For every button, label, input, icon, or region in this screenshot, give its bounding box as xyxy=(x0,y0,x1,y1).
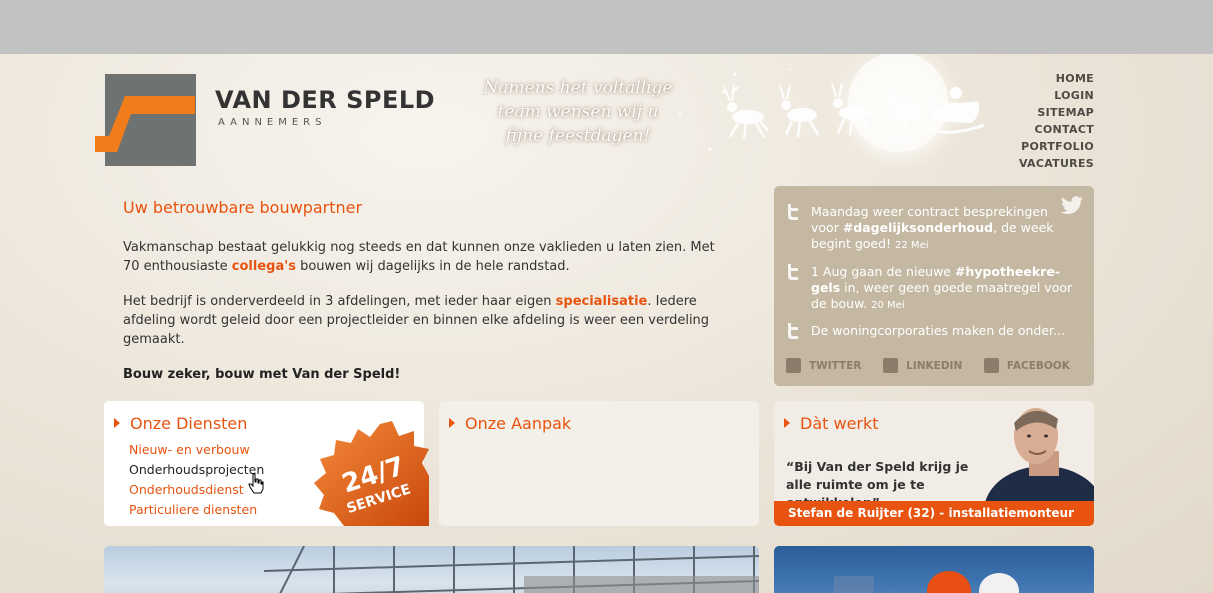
tweet-hashtag[interactable]: #dagelijksonderhoud xyxy=(843,220,993,235)
logo-subtitle: AANNEMERS xyxy=(218,117,327,128)
twitter-icon xyxy=(786,358,801,373)
employee-photo xyxy=(985,408,1094,501)
intro-tagline: Bouw zeker, bouw met Van der Speld! xyxy=(123,367,401,382)
facebook-icon xyxy=(983,358,999,373)
tweet-body: De woningcorporaties maken de onder... xyxy=(811,323,1065,338)
nav-home[interactable]: HOME xyxy=(1019,70,1094,87)
intro-title: Uw betrouwbare bouwpartner xyxy=(123,198,363,217)
social-twitter[interactable]: TWITTER xyxy=(786,358,861,373)
intro-section: Uw betrouwbare bouwpartner Vakmanschap b… xyxy=(123,198,723,400)
logo-mark-icon xyxy=(95,74,196,166)
panel-title[interactable]: Dàt werkt xyxy=(784,414,879,433)
intro-paragraph-1: Vakmanschap bestaat gelukkig nog steeds … xyxy=(123,238,723,276)
nav-sitemap[interactable]: SITEMAP xyxy=(1019,104,1094,121)
employee-caption[interactable]: Stefan de Ruijter (32) - installatiemont… xyxy=(774,501,1094,526)
holiday-greeting: Namens het voltallige team wensen wij u … xyxy=(468,76,688,148)
nav-vacatures[interactable]: VACATURES xyxy=(1019,155,1094,172)
tweet-text: 1 Aug gaan de nieuwe #hypotheekre-gels i… xyxy=(786,264,1076,314)
tweet-date: 20 Mei xyxy=(871,300,905,311)
intro-text: bouwen wij dagelijks in de hele randstad… xyxy=(295,259,570,274)
social-facebook[interactable]: FACEBOOK xyxy=(983,358,1070,373)
tweet-text: De woningcorporaties maken de onder... xyxy=(786,323,1076,339)
social-twitter-label: TWITTER xyxy=(809,359,862,372)
panel-dat-werkt: Dàt werkt “Bij Van der Speld krijg je al… xyxy=(774,401,1094,526)
nav-login[interactable]: LOGIN xyxy=(1019,87,1094,104)
main-nav: HOME LOGIN SITEMAP CONTACT PORTFOLIO VAC… xyxy=(1019,70,1094,172)
scaffolding-photo[interactable] xyxy=(104,546,759,593)
tweet-item: 1 Aug gaan de nieuwe #hypotheekre-gels i… xyxy=(786,264,1076,314)
workers-photo[interactable] xyxy=(774,546,1094,593)
hand-cursor-icon xyxy=(248,473,264,494)
workers-image xyxy=(834,571,1019,593)
scaffolding-image xyxy=(263,546,759,593)
nav-portfolio[interactable]: PORTFOLIO xyxy=(1019,138,1094,155)
twitter-feed: Maandag weer contract besprekingen voor … xyxy=(774,186,1094,386)
holiday-line: fijne feestdagen! xyxy=(505,126,651,146)
panel-title[interactable]: Onze Aanpak xyxy=(449,414,571,433)
holiday-line: Namens het voltallige xyxy=(483,78,673,98)
tweet-item: De woningcorporaties maken de onder... xyxy=(786,323,1076,339)
tweet-t-icon xyxy=(788,264,798,280)
tweet-body: in, weer geen goede maatregel voor de bo… xyxy=(811,280,1073,311)
logo-title: VAN DER SPELD xyxy=(215,86,436,114)
logo[interactable]: VAN DER SPELD AANNEMERS xyxy=(95,74,435,169)
holiday-banner: Namens het voltallige team wensen wij u … xyxy=(440,54,1000,179)
reindeer-sleigh-icon xyxy=(721,81,985,140)
browser-top-bar xyxy=(0,0,1213,54)
service-item[interactable]: Nieuw- en verbouw xyxy=(129,440,264,460)
tweet-t-icon xyxy=(788,204,798,220)
services-list: Nieuw- en verbouw Onderhoudsprojecten On… xyxy=(129,440,264,520)
service-item[interactable]: Particuliere diensten xyxy=(129,500,264,520)
intro-paragraph-2: Het bedrijf is onderverdeeld in 3 afdeli… xyxy=(123,292,723,349)
nav-contact[interactable]: CONTACT xyxy=(1019,121,1094,138)
panel-onze-diensten: Onze Diensten Nieuw- en verbouw Onderhou… xyxy=(104,401,429,526)
collegas-link[interactable]: collega's xyxy=(232,259,296,274)
service-24-7-badge[interactable]: 24/7 SERVICE xyxy=(314,421,429,526)
tweet-text: Maandag weer contract besprekingen voor … xyxy=(786,204,1076,254)
tweet-body: 1 Aug gaan de nieuwe xyxy=(811,264,955,279)
tweet-date: 22 Mei xyxy=(895,240,929,251)
panel-title[interactable]: Onze Diensten xyxy=(114,414,247,433)
social-linkedin[interactable]: LINKEDIN xyxy=(883,358,962,373)
intro-text: Het bedrijf is onderverdeeld in 3 afdeli… xyxy=(123,294,556,309)
tweet-item: Maandag weer contract besprekingen voor … xyxy=(786,204,1076,254)
service-item[interactable]: Onderhoudsdienst xyxy=(129,480,264,500)
page: VAN DER SPELD AANNEMERS Namens het volta… xyxy=(0,54,1213,593)
panel-onze-aanpak: Onze Aanpak xyxy=(439,401,759,526)
service-item-active[interactable]: Onderhoudsprojecten xyxy=(129,460,264,480)
social-linkedin-label: LINKEDIN xyxy=(906,359,963,372)
social-links: TWITTER LINKEDIN FACEBOOK xyxy=(786,358,1088,376)
tweet-t-icon xyxy=(788,323,798,339)
holiday-line: team wensen wij u xyxy=(497,102,659,122)
specialisatie-link[interactable]: specialisatie xyxy=(556,294,648,309)
linkedin-icon xyxy=(883,358,899,373)
social-facebook-label: FACEBOOK xyxy=(1006,359,1070,372)
